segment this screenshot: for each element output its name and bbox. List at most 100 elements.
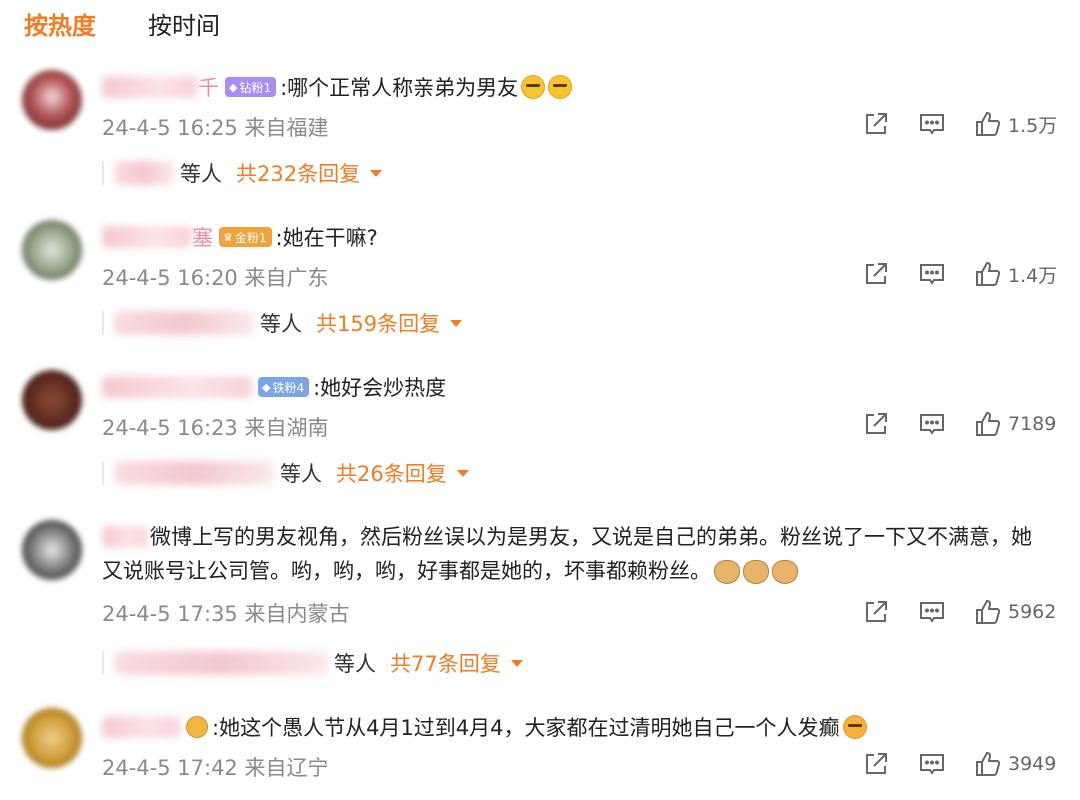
reply-usernames[interactable] — [114, 651, 328, 675]
reply-divider — [102, 161, 104, 185]
fan-badge: ◆ 铁粉4 — [258, 377, 310, 397]
thumbs-up-icon — [976, 261, 1001, 286]
comment-button[interactable] — [918, 598, 946, 626]
comment-actions: 1.4万 — [834, 260, 1060, 288]
thumbs-up-icon — [976, 411, 1001, 436]
comment-location: 来自湖南 — [244, 416, 329, 440]
avatar[interactable] — [22, 370, 82, 430]
share-button[interactable] — [862, 410, 890, 438]
username[interactable] — [102, 376, 252, 398]
view-replies-link[interactable]: 共159条回复 — [316, 308, 463, 338]
sort-tabs: 按热度 按时间 — [24, 8, 220, 44]
comment-icon — [920, 754, 944, 775]
view-replies-link[interactable]: 共232条回复 — [236, 158, 383, 188]
reply-summary: 等人 共26条回复 — [102, 458, 469, 488]
avatar[interactable] — [22, 220, 82, 280]
username[interactable] — [102, 226, 192, 248]
reply-divider — [102, 311, 104, 335]
sweat-smile-emoji-icon — [548, 75, 573, 99]
share-icon — [866, 413, 887, 434]
share-button[interactable] — [862, 750, 890, 778]
comment-actions: 3949 — [834, 750, 1060, 778]
like-button[interactable]: 1.4万 — [974, 260, 1060, 288]
comment-icon — [920, 114, 944, 135]
like-count: 3949 — [1008, 753, 1057, 775]
comment-button[interactable] — [918, 110, 946, 138]
reply-etc: 等人 — [260, 312, 302, 336]
reply-usernames[interactable] — [114, 161, 174, 185]
like-count: 5962 — [1008, 601, 1057, 623]
tab-hot[interactable]: 按热度 — [24, 8, 96, 44]
comment-text: :她在干嘛? — [275, 226, 378, 250]
share-icon — [866, 601, 887, 622]
view-replies-link[interactable]: 共77条回复 — [390, 648, 523, 678]
cat-emoji-icon — [743, 560, 769, 584]
caret-down-icon — [456, 469, 469, 477]
view-replies-link[interactable]: 共26条回复 — [336, 458, 469, 488]
comment-icon — [920, 602, 944, 623]
like-button[interactable]: 7189 — [974, 410, 1060, 438]
comment-button[interactable] — [918, 260, 946, 288]
caret-down-icon — [370, 169, 383, 177]
like-count: 7189 — [1008, 413, 1057, 435]
comment-button[interactable] — [918, 410, 946, 438]
reply-total-label: 共77条回复 — [390, 652, 501, 676]
comment-meta: 24-4-5 17:35 来自内蒙古 — [102, 598, 349, 628]
reply-total-label: 共26条回复 — [336, 462, 447, 486]
like-count: 1.4万 — [1008, 264, 1058, 287]
like-button[interactable]: 3949 — [974, 750, 1060, 778]
reply-etc: 等人 — [334, 652, 376, 676]
thumbs-up-icon — [976, 111, 1001, 136]
comment-actions: 5962 — [834, 598, 1060, 626]
thumbs-up-icon — [976, 751, 1001, 776]
username[interactable] — [102, 716, 180, 738]
avatar[interactable] — [22, 70, 82, 130]
username[interactable] — [102, 76, 198, 98]
reply-divider — [102, 651, 104, 675]
comment-time: 24-4-5 16:25 — [102, 116, 238, 140]
username-tail[interactable]: 千 — [198, 72, 219, 102]
reply-usernames[interactable] — [114, 461, 274, 485]
comment-icon — [920, 264, 944, 285]
fan-badge: ♛ 金粉1 — [219, 227, 272, 247]
diamond-icon: ◆ — [262, 380, 271, 394]
comment-meta: 24-4-5 17:42 来自辽宁 — [102, 752, 328, 782]
share-button[interactable] — [862, 110, 890, 138]
reply-usernames[interactable] — [114, 311, 254, 335]
comment-location: 来自辽宁 — [244, 756, 329, 780]
comment-location: 来自福建 — [244, 116, 329, 140]
comment-text-block: 微博上写的男友视角，然后粉丝误以为是男友，又说是自己的弟弟。粉丝说了一下又不满意… — [102, 520, 1052, 588]
fan-badge-label: 铁粉4 — [272, 380, 305, 395]
like-button[interactable]: 5962 — [974, 598, 1060, 626]
reply-etc: 等人 — [280, 462, 322, 486]
avatar[interactable] — [22, 520, 82, 580]
share-button[interactable] — [862, 260, 890, 288]
comment-meta: 24-4-5 16:23 来自湖南 — [102, 412, 328, 442]
username-tail[interactable]: 塞 — [192, 222, 213, 252]
comment-button[interactable] — [918, 750, 946, 778]
caret-down-icon — [450, 319, 463, 327]
share-icon — [866, 263, 887, 284]
thumbs-up-icon — [976, 599, 1001, 624]
reply-total-label: 共159条回复 — [316, 312, 441, 336]
fan-badge-label: 金粉1 — [234, 230, 267, 245]
comment-time: 24-4-5 16:20 — [102, 266, 238, 290]
comment-location: 来自内蒙古 — [244, 602, 350, 626]
fan-medal-icon — [186, 716, 208, 738]
share-button[interactable] — [862, 598, 890, 626]
diamond-icon: ◆ — [229, 80, 238, 94]
like-button[interactable]: 1.5万 — [974, 110, 1060, 138]
tab-time[interactable]: 按时间 — [148, 8, 220, 44]
like-count: 1.5万 — [1008, 114, 1058, 137]
cat-emoji-icon — [772, 560, 798, 584]
crown-icon: ♛ — [223, 230, 233, 244]
crazy-face-emoji-icon — [842, 715, 867, 739]
reply-summary: 等人 共159条回复 — [102, 308, 463, 338]
comment-meta: 24-4-5 16:20 来自广东 — [102, 262, 328, 292]
reply-etc: 等人 — [180, 162, 222, 186]
share-icon — [866, 113, 887, 134]
fan-badge-label: 钻粉1 — [239, 80, 272, 95]
avatar[interactable] — [22, 708, 82, 768]
fan-badge: ◆ 钻粉1 — [225, 77, 277, 97]
reply-summary: 等人 共232条回复 — [102, 158, 383, 188]
